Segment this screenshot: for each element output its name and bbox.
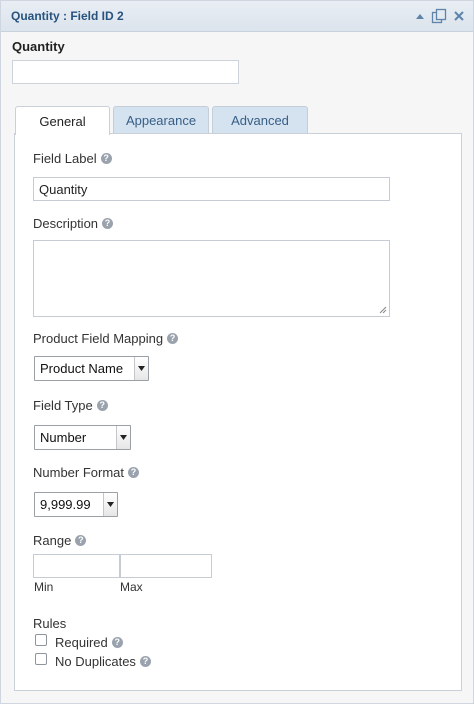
chevron-down-icon — [134, 357, 148, 380]
range-min-label: Min — [34, 580, 54, 594]
tab-appearance[interactable]: Appearance — [113, 106, 209, 134]
help-icon[interactable]: ? — [96, 400, 108, 411]
no-duplicates-label-text: No Duplicates — [55, 654, 136, 669]
no-duplicates-checkbox[interactable] — [35, 653, 47, 665]
field-label-caption: Field Label ? — [33, 151, 112, 166]
field-type-label-text: Field Type — [33, 398, 93, 413]
number-format-select[interactable]: 9,999.99 — [34, 492, 118, 517]
product-field-mapping-value: Product Name — [40, 361, 124, 376]
field-type-select[interactable]: Number — [34, 425, 131, 450]
help-icon[interactable]: ? — [128, 467, 140, 478]
help-icon[interactable]: ? — [75, 535, 87, 546]
tab-advanced[interactable]: Advanced — [212, 106, 308, 134]
no-duplicates-caption: No Duplicates ? — [55, 654, 151, 669]
tab-general[interactable]: General — [15, 106, 110, 135]
product-field-mapping-caption: Product Field Mapping ? — [33, 331, 179, 346]
duplicate-icon[interactable] — [431, 8, 447, 24]
collapse-arrow-icon[interactable] — [415, 12, 425, 20]
chevron-down-icon — [116, 426, 130, 449]
settings-tabs: General Appearance Advanced — [15, 106, 308, 135]
range-caption: Range ? — [33, 533, 87, 548]
range-max-input[interactable] — [120, 554, 212, 578]
panel-titlebar: Quantity : Field ID 2 — [1, 1, 473, 32]
product-field-mapping-select[interactable]: Product Name — [34, 356, 149, 381]
field-type-caption: Field Type ? — [33, 398, 108, 413]
titlebar-actions — [415, 8, 465, 24]
required-checkbox[interactable] — [35, 634, 47, 646]
required-caption: Required ? — [55, 635, 123, 650]
description-label-text: Description — [33, 216, 99, 231]
description-caption: Description ? — [33, 216, 114, 231]
help-icon[interactable]: ? — [102, 218, 114, 229]
panel-title: Quantity : Field ID 2 — [11, 9, 124, 23]
chevron-down-icon — [103, 493, 117, 516]
field-preview-input[interactable] — [12, 60, 239, 84]
help-icon[interactable]: ? — [139, 656, 151, 667]
field-label-input[interactable]: Quantity — [33, 177, 390, 201]
required-label-text: Required — [55, 635, 108, 650]
close-icon[interactable] — [453, 10, 465, 22]
range-label-text: Range — [33, 533, 72, 548]
number-format-value: 9,999.99 — [40, 497, 91, 512]
help-icon[interactable]: ? — [167, 333, 179, 344]
help-icon[interactable]: ? — [100, 153, 112, 164]
rules-caption: Rules — [33, 616, 67, 631]
field-preview-label: Quantity — [12, 39, 65, 54]
range-min-input[interactable] — [33, 554, 120, 578]
field-type-value: Number — [40, 430, 87, 445]
help-icon[interactable]: ? — [111, 637, 123, 648]
resize-grip-icon[interactable] — [379, 306, 387, 314]
field-settings-panel: Quantity : Field ID 2 Quantity General A… — [0, 0, 474, 704]
general-tab-panel: Field Label ? Quantity Description ? Pro… — [14, 133, 462, 691]
field-label-text: Field Label — [33, 151, 97, 166]
range-max-label: Max — [120, 580, 143, 594]
number-format-label-text: Number Format — [33, 465, 125, 480]
product-field-mapping-label-text: Product Field Mapping — [33, 331, 164, 346]
description-textarea[interactable] — [33, 240, 390, 317]
number-format-caption: Number Format ? — [33, 465, 140, 480]
